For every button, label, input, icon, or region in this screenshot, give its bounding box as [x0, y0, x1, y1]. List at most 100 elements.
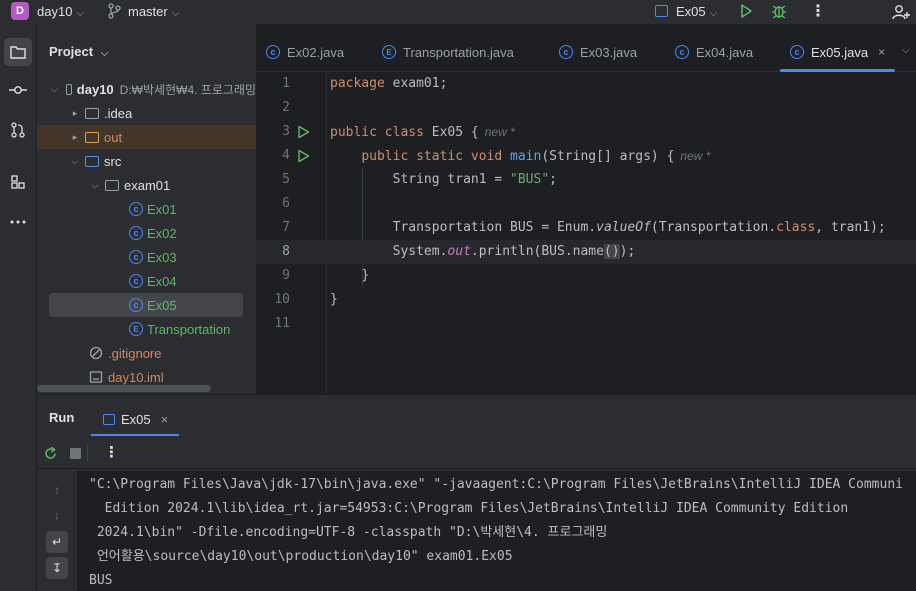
- source-folder-icon: [85, 155, 99, 167]
- scroll-to-end-icon[interactable]: ↧: [46, 557, 68, 579]
- run-tab-ex05[interactable]: Ex05 ×: [91, 402, 179, 436]
- close-icon[interactable]: ×: [161, 412, 169, 427]
- line-number: 2: [282, 100, 290, 115]
- excluded-folder-icon: [85, 131, 99, 143]
- tree-item-label: Ex01: [147, 201, 177, 217]
- code-token: ;: [549, 172, 557, 187]
- run-config-selector[interactable]: Ex05 ⌵: [676, 4, 717, 19]
- tree-item-ex01[interactable]: c Ex01: [37, 197, 256, 221]
- project-horizontal-scrollbar[interactable]: [37, 385, 211, 392]
- tree-item-ex04[interactable]: c Ex04: [37, 269, 256, 293]
- tree-item-label: Ex03: [147, 249, 177, 265]
- pull-requests-tool-button[interactable]: [4, 116, 32, 144]
- tab-ex02[interactable]: c Ex02.java: [266, 32, 344, 72]
- commit-tool-button[interactable]: [4, 76, 32, 104]
- code-line-9[interactable]: 9 }: [256, 264, 916, 288]
- tree-item-out[interactable]: ▸ out: [37, 125, 256, 149]
- tree-item-day10[interactable]: ⌵ day10 D:₩박세현₩4. 프로그래밍: [37, 77, 256, 101]
- run-icon[interactable]: [738, 3, 754, 19]
- code-line-8[interactable]: 8 System.out.println(BUS.name());: [256, 240, 916, 264]
- code-editor[interactable]: 1 package exam01; 2 3 public class Ex05 …: [256, 72, 916, 394]
- code-line-10[interactable]: 10 }: [256, 288, 916, 312]
- code-line-3[interactable]: 3 public class Ex05 {new *: [256, 120, 916, 144]
- chevron-down-icon[interactable]: ⌵: [89, 180, 101, 191]
- chevron-down-icon[interactable]: ⌵: [51, 84, 58, 95]
- code-token: .println(BUS.name: [470, 244, 604, 259]
- run-toolbar: ⋮: [37, 437, 916, 469]
- tree-item-ex05[interactable]: c Ex05: [49, 293, 243, 317]
- chevron-down-icon[interactable]: ⌵: [69, 156, 81, 167]
- tab-ex04[interactable]: c Ex04.java: [675, 32, 753, 72]
- chevron-down-icon: ⌵: [171, 8, 180, 19]
- add-user-icon[interactable]: [892, 3, 910, 21]
- code-line-1[interactable]: 1 package exam01;: [256, 72, 916, 96]
- project-tool-button[interactable]: [4, 38, 32, 66]
- project-badge[interactable]: D: [11, 2, 29, 20]
- project-switcher[interactable]: day10 ⌵: [37, 4, 84, 19]
- git-branch-icon[interactable]: [107, 3, 121, 19]
- stop-icon[interactable]: [70, 448, 81, 459]
- code-line-4[interactable]: 4 public static void main(String[] args)…: [256, 144, 916, 168]
- code-line-11[interactable]: 11: [256, 312, 916, 336]
- chevron-right-icon[interactable]: ▸: [69, 132, 81, 143]
- toolbar-divider: [87, 445, 88, 461]
- class-icon: c: [675, 45, 689, 59]
- run-gutter-icon[interactable]: [297, 125, 310, 139]
- editor-tabs: c Ex02.java E Transportation.java c Ex03…: [256, 32, 916, 72]
- project-name: day10: [37, 4, 73, 19]
- tree-item-ex03[interactable]: c Ex03: [37, 245, 256, 269]
- close-icon[interactable]: ×: [878, 45, 885, 59]
- tab-ex05[interactable]: c Ex05.java ×: [780, 32, 896, 72]
- tree-item-ex02[interactable]: c Ex02: [37, 221, 256, 245]
- tree-item-gitignore[interactable]: .gitignore: [37, 341, 256, 365]
- author-hint[interactable]: new *: [680, 149, 710, 163]
- tree-item-label: .gitignore: [108, 345, 162, 361]
- run-tab-label: Ex05: [121, 411, 151, 427]
- more-actions-icon[interactable]: ⋮: [810, 1, 826, 21]
- class-icon: c: [129, 250, 143, 264]
- line-number: 6: [282, 196, 290, 211]
- chevron-down-icon[interactable]: ⌵: [902, 45, 910, 56]
- chevron-down-icon: ⌵: [76, 8, 85, 19]
- debug-icon[interactable]: [771, 3, 787, 19]
- run-gutter-icon[interactable]: [297, 149, 310, 163]
- tree-item-label: Transportation: [147, 321, 231, 337]
- tree-item-label: .idea: [104, 105, 133, 121]
- line-number: 11: [274, 316, 290, 331]
- class-icon: c: [129, 202, 143, 216]
- tree-item-label: Ex04: [147, 273, 177, 289]
- console-line: "C:\Program Files\Java\jdk-17\bin\java.e…: [89, 477, 903, 492]
- more-tools-button[interactable]: [4, 208, 32, 236]
- tree-item-idea[interactable]: ▸ .idea: [37, 101, 256, 125]
- class-icon: c: [129, 298, 143, 312]
- more-options-icon[interactable]: ⋮: [104, 443, 119, 461]
- tree-item-label: day10.iml: [108, 369, 164, 385]
- project-panel-title[interactable]: Project ⌵: [49, 44, 108, 59]
- tab-label: Ex04.java: [696, 44, 754, 60]
- structure-tool-button[interactable]: [4, 168, 32, 196]
- chevron-right-icon[interactable]: ▸: [69, 108, 81, 119]
- rerun-icon[interactable]: [43, 446, 58, 461]
- tab-transportation[interactable]: E Transportation.java: [382, 32, 514, 72]
- tool-window-strip: [0, 24, 37, 591]
- soft-wrap-icon[interactable]: ↵: [46, 531, 68, 553]
- arrow-down-icon[interactable]: ↓: [46, 504, 68, 526]
- console-output[interactable]: "C:\Program Files\Java\jdk-17\bin\java.e…: [77, 471, 916, 591]
- class-icon: c: [129, 274, 143, 288]
- code-line-6[interactable]: 6: [256, 192, 916, 216]
- commit-icon: [9, 86, 27, 94]
- matched-brackets: (): [603, 244, 620, 259]
- branch-switcher[interactable]: master ⌵: [128, 4, 179, 19]
- run-panel: Run Ex05 × ⋮ ↑ ↓ ↵ ↧ "C:\Program Files\J…: [37, 394, 916, 591]
- arrow-up-icon[interactable]: ↑: [46, 479, 68, 501]
- tab-ex03[interactable]: c Ex03.java: [559, 32, 637, 72]
- code-line-5[interactable]: 5 String tran1 = "BUS";: [256, 168, 916, 192]
- author-hint[interactable]: new *: [485, 125, 515, 139]
- tree-item-src[interactable]: ⌵ src: [37, 149, 256, 173]
- tree-item-exam01[interactable]: ⌵ exam01: [37, 173, 256, 197]
- tree-item-transportation[interactable]: E Transportation: [37, 317, 256, 341]
- enum-icon: E: [382, 45, 396, 59]
- code-line-7[interactable]: 7 Transportation BUS = Enum.valueOf(Tran…: [256, 216, 916, 240]
- class-icon: c: [129, 226, 143, 240]
- code-line-2[interactable]: 2: [256, 96, 916, 120]
